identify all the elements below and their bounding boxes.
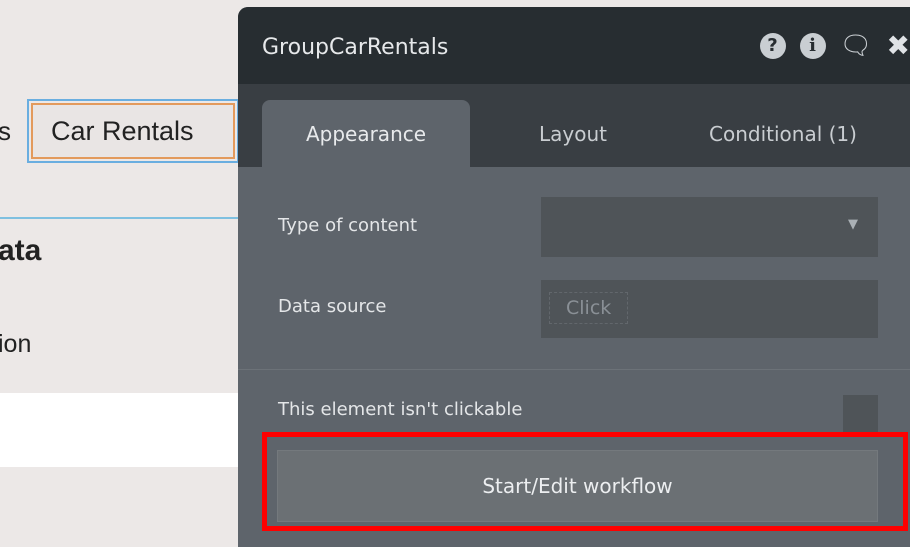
data-source-field[interactable]: Click bbox=[541, 280, 878, 338]
chevron-down-icon: ▼ bbox=[848, 217, 858, 232]
info-icon[interactable]: i bbox=[799, 32, 826, 59]
canvas-white-block bbox=[0, 393, 240, 467]
tab-conditional[interactable]: Conditional (1) bbox=[678, 100, 888, 167]
panel-title: GroupCarRentals bbox=[262, 35, 449, 60]
partial-text: ion bbox=[0, 330, 32, 358]
tab-bar: Appearance Layout Conditional (1) bbox=[238, 84, 910, 167]
data-source-label: Data source bbox=[278, 296, 387, 317]
not-clickable-checkbox[interactable] bbox=[843, 395, 878, 435]
data-source-click-placeholder[interactable]: Click bbox=[549, 292, 629, 324]
comment-icon[interactable]: 🗨︎ bbox=[840, 31, 873, 61]
car-rentals-label: Car Rentals bbox=[31, 103, 235, 159]
type-of-content-label: Type of content bbox=[278, 215, 418, 236]
partial-tab-text: s bbox=[0, 116, 11, 146]
help-icon[interactable]: ? bbox=[759, 32, 786, 59]
panel-header: GroupCarRentals ? i 🗨︎ ✖ bbox=[238, 7, 910, 84]
tab-layout[interactable]: Layout bbox=[508, 100, 638, 167]
not-clickable-label: This element isn't clickable bbox=[278, 399, 523, 420]
close-icon[interactable]: ✖ bbox=[887, 29, 910, 62]
guide-line bbox=[0, 217, 240, 219]
type-of-content-dropdown[interactable]: ▼ bbox=[541, 197, 878, 257]
tab-appearance[interactable]: Appearance bbox=[262, 100, 470, 167]
partial-heading: ata bbox=[0, 234, 42, 267]
selected-element-car-rentals[interactable]: Car Rentals bbox=[27, 99, 239, 163]
highlight-box bbox=[262, 432, 908, 531]
divider bbox=[238, 369, 910, 370]
